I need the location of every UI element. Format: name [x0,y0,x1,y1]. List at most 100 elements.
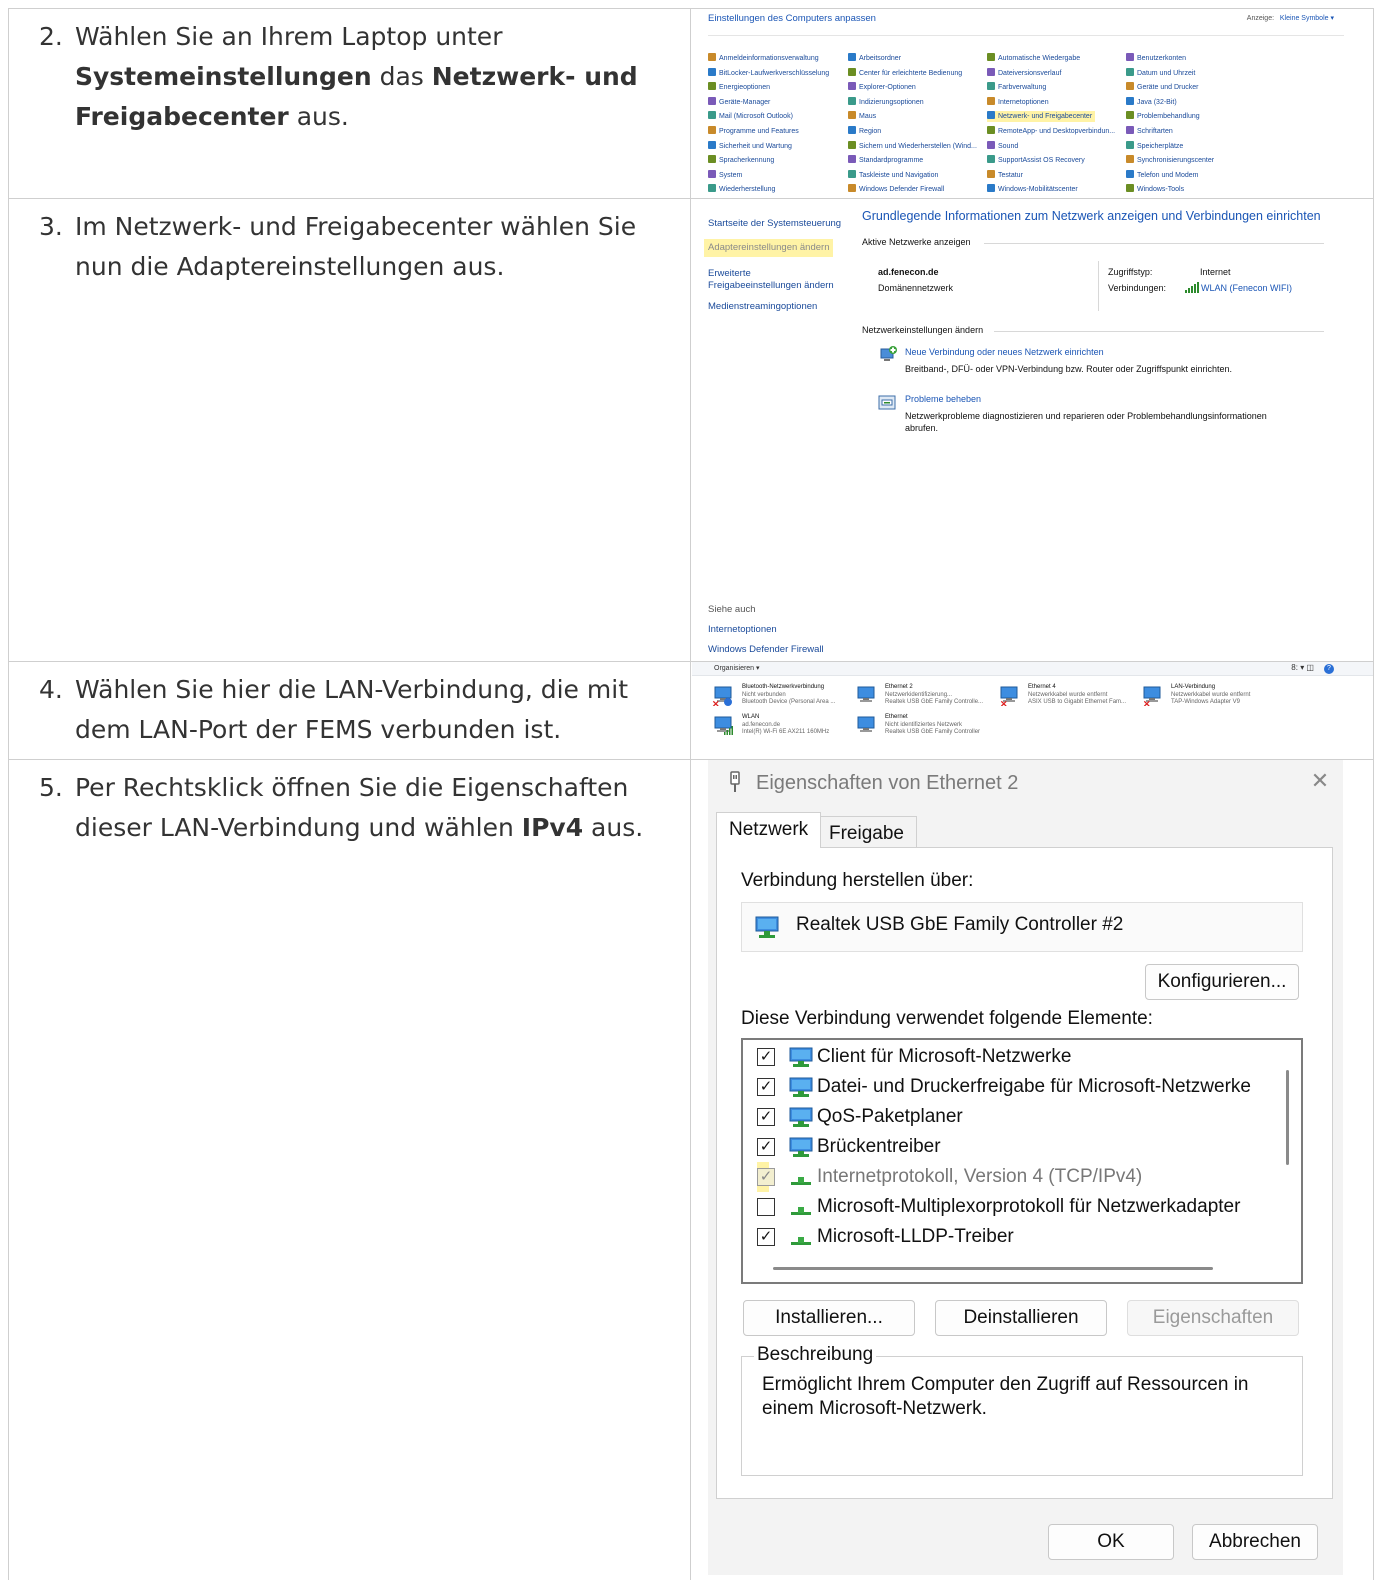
control-panel-item[interactable]: Sichern und Wiederherstellen (Wind... [848,140,977,152]
vertical-scrollbar[interactable] [1286,1070,1289,1165]
connections-label: Verbindungen: [1108,283,1167,293]
control-panel-item[interactable]: Telefon und Modem [1126,169,1198,181]
control-panel-item[interactable]: Benutzerkonten [1126,53,1186,64]
adapter-item[interactable]: Ethernet Nicht identifiziertes Netzwerk Re… [855,714,995,744]
control-panel-item[interactable]: Sicherheit und Wartung [708,140,792,152]
control-panel-item[interactable]: Testatur [987,169,1023,181]
control-panel-item[interactable]: Indizierungsoptionen [848,96,924,108]
control-panel-item-icon [1126,169,1134,178]
control-panel-item[interactable]: Anmeldeinformationsverwaltung [708,53,819,64]
close-icon[interactable]: ✕ [1305,766,1335,796]
control-panel-item[interactable]: Problembehandlung [1126,111,1200,122]
tab-freigabe[interactable]: Freigabe [816,816,917,848]
elements-list[interactable]: ✓ Client für Microsoft-Netzwerke ✓ Datei- u… [741,1038,1303,1284]
control-panel-item[interactable]: Datum und Uhrzeit [1126,67,1195,79]
control-panel-item[interactable]: Explorer-Optionen [848,82,916,93]
horizontal-scrollbar[interactable] [773,1267,1213,1270]
control-panel-item[interactable]: RemoteApp- und Desktopverbindun... [987,126,1115,137]
see-internet-link[interactable]: Internetoptionen [708,624,777,636]
view-options[interactable]: 8: ▾ ◫ [1291,663,1314,672]
organize-button[interactable]: Organisieren ▾ [714,664,760,672]
tab-netzwerk[interactable]: Netzwerk [716,812,822,848]
step-text: Wählen Sie an Ihrem Laptop unter Systeme… [75,17,685,137]
control-panel-item-label: Windows-Tools [1137,186,1185,194]
adapter-item[interactable]: Ethernet 2 Netzwerkidentifizierung... Real… [855,684,995,714]
adapter-item[interactable]: ✕ Bluetooth-Netzwerkverbindung Nicht verbu… [712,684,852,714]
side-media-link[interactable]: Medienstreamingoptionen [708,301,817,313]
new-connection-link[interactable]: Neue Verbindung oder neues Netzwerk einr… [905,347,1104,357]
control-panel-item-label: Dateiversionsverlauf [998,69,1062,77]
view-tools[interactable]: 8: ▾ ◫? [1291,663,1334,674]
configure-button[interactable]: Konfigurieren... [1145,964,1299,1000]
control-panel-item-label: Sound [998,142,1019,150]
help-icon[interactable]: ? [1324,664,1334,674]
troubleshoot-link[interactable]: Probleme beheben [905,394,981,404]
cancel-button[interactable]: Abbrechen [1192,1524,1318,1560]
control-panel-item-label: Arbeitsordner [859,55,902,62]
control-panel-item[interactable]: Standardprogramme [848,155,923,166]
adapter-item[interactable]: ✕ Ethernet 4 Netzwerkkabel wurde entfernt A… [998,684,1138,714]
control-panel-item[interactable]: Taskleiste und Navigation [848,169,938,181]
control-panel-item[interactable]: Mail (Microsoft Outlook) [708,111,793,122]
properties-button[interactable]: Eigenschaften [1127,1300,1299,1336]
adapter-status: Netzwerkkabel wurde entfernt [1171,691,1251,698]
control-panel-item[interactable]: Programme und Features [708,126,799,137]
control-panel-item[interactable]: Windows-Tools [1126,184,1184,195]
control-panel-item[interactable]: Maus [848,111,876,122]
adapter-item[interactable]: WLAN ad.fenecon.de Intel(R) Wi-Fi 6E AX211… [712,714,852,744]
control-panel-item[interactable]: Internetoptionen [987,96,1049,108]
checkbox[interactable]: ✓ [757,1048,775,1066]
control-panel-item[interactable]: Java (32-Bit) [1126,96,1177,108]
control-panel-item[interactable]: Geräte und Drucker [1126,82,1198,93]
control-panel-item-label: Netzwerk- und Freigabecenter [998,113,1093,121]
control-panel-item[interactable]: System [708,169,742,181]
list-item[interactable]: ✓ Internetprotokoll, Version 4 (TCP/IPv4) [757,1162,1142,1192]
control-panel-item[interactable]: Windows-Mobilitätscenter [987,184,1078,195]
control-panel-item[interactable]: SupportAssist OS Recovery [987,155,1085,166]
control-panel-item[interactable]: Center für erleichterte Bedienung [848,67,962,79]
control-panel-item[interactable]: Spracherkennung [708,155,774,166]
adapter-item[interactable]: ✕ LAN-Verbindung Netzwerkkabel wurde entfe… [1141,684,1281,714]
control-panel-item[interactable]: Windows Defender Firewall [848,184,944,195]
ok-button[interactable]: OK [1048,1524,1174,1560]
control-panel-item[interactable]: Region [848,126,881,137]
troubleshoot-desc-line1: Netzwerkprobleme diagnostizieren und rep… [905,411,1267,421]
control-panel-item[interactable]: Dateiversionsverlauf [987,67,1062,79]
control-panel-item[interactable]: Speicherplätze [1126,140,1183,152]
checkbox[interactable]: ✓ [757,1228,775,1246]
control-panel-item-label: RemoteApp- und Desktopverbindun... [998,128,1116,135]
properties-screenshot: Eigenschaften von Ethernet 2 ✕ Netzwerk … [692,760,1373,1580]
control-panel-item[interactable]: Energieoptionen [708,82,770,93]
control-panel-item[interactable]: Netzwerk- und Freigabecenter [987,111,1096,123]
side-advanced-link[interactable]: Erweiterte Freigabeeinstellungen ändern [708,268,834,292]
control-panel-item[interactable]: Schriftarten [1126,126,1173,137]
control-panel-item[interactable]: Farbverwaltung [987,82,1046,93]
install-button[interactable]: Installieren... [743,1300,915,1336]
view-label: Anzeige: [1246,15,1275,22]
step-number: 2. [39,22,63,51]
control-panel-item[interactable]: Synchronisierungscenter [1126,155,1214,166]
checkbox[interactable]: ✓ [757,1078,775,1096]
network-type: Domänennetzwerk [878,283,954,293]
checkbox[interactable]: ✓ [757,1138,775,1156]
side-adapter-link[interactable]: Adaptereinstellungen ändern [704,239,834,257]
step-text-part: aus. [583,813,644,842]
control-panel-item[interactable]: Automatische Wiedergabe [987,53,1080,64]
checkbox[interactable]: ✓ [757,1168,775,1186]
control-panel-item[interactable]: Wiederherstellung [708,184,775,195]
uninstall-button[interactable]: Deinstallieren [935,1300,1107,1336]
network-client-icon [789,1077,813,1097]
see-firewall-link[interactable]: Windows Defender Firewall [708,644,824,656]
view-selector[interactable]: Anzeige: Kleine Symbole ▾ [1247,14,1334,22]
wlan-connection-link[interactable]: WLAN (Fenecon WIFI) [1201,283,1292,293]
step-number: 3. [39,212,63,241]
control-panel-item[interactable]: Sound [987,140,1019,152]
control-panel-item[interactable]: Geräte-Manager [708,96,770,108]
control-panel-item-icon [1126,155,1134,164]
side-home-link[interactable]: Startseite der Systemsteuerung [708,218,841,230]
checkbox[interactable]: ✓ [757,1108,775,1126]
control-panel-item[interactable]: BitLocker-Laufwerkverschlüsselung [708,67,829,79]
control-panel-item[interactable]: Arbeitsordner [848,53,901,64]
adapter-text: LAN-Verbindung Netzwerkkabel wurde entfer… [1171,684,1250,707]
checkbox[interactable] [757,1198,775,1216]
